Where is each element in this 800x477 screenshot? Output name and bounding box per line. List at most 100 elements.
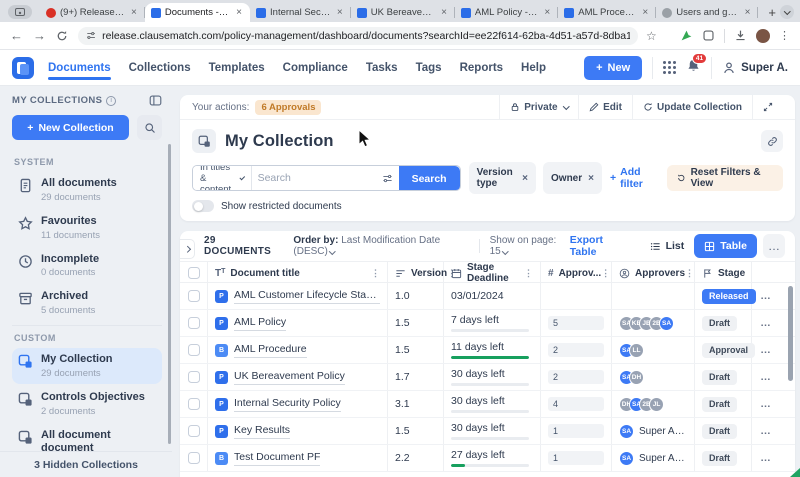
nav-item-help[interactable]: Help xyxy=(521,52,546,84)
close-icon[interactable]: × xyxy=(743,7,753,18)
private-dropdown[interactable]: Private xyxy=(499,95,578,119)
row-more-button[interactable]: … xyxy=(760,344,772,356)
forward-icon[interactable]: → xyxy=(33,29,46,42)
add-filter-button[interactable]: + Add filter xyxy=(610,166,659,190)
document-title-link[interactable]: Key Results xyxy=(234,423,290,440)
column-menu-icon[interactable]: ⋮ xyxy=(601,268,610,279)
nav-item-compliance[interactable]: Compliance xyxy=(283,52,348,84)
browser-tab-internal-security[interactable]: Internal Security× xyxy=(250,3,351,22)
row-checkbox[interactable] xyxy=(188,317,200,329)
browser-tab-aml-policy-poli[interactable]: AML Policy - Poli× xyxy=(455,3,558,22)
nav-item-reports[interactable]: Reports xyxy=(460,52,503,84)
nav-item-tags[interactable]: Tags xyxy=(416,52,442,84)
edit-button[interactable]: Edit xyxy=(578,95,632,119)
clausematch-logo[interactable] xyxy=(12,57,34,79)
search-input[interactable] xyxy=(252,166,382,190)
info-icon[interactable]: i xyxy=(106,96,116,106)
browser-tab-users-and-group[interactable]: Users and group× xyxy=(656,3,758,22)
document-title-link[interactable]: AML Procedure xyxy=(234,342,307,359)
search-scope-dropdown[interactable]: In titles & content xyxy=(193,166,252,190)
close-icon[interactable]: × xyxy=(522,173,528,184)
browser-tab-aml-procedure[interactable]: AML Procedure× xyxy=(558,3,656,22)
new-tab-button[interactable]: + xyxy=(764,5,780,20)
row-checkbox[interactable] xyxy=(188,344,200,356)
back-icon[interactable]: ← xyxy=(10,29,23,42)
sidebar-item-archived[interactable]: Archived5 documents xyxy=(12,285,162,321)
browser-tab-9-release-202[interactable]: (9+) Release 202× xyxy=(40,3,145,22)
sidebar-item-my-collection[interactable]: My Collection29 documents xyxy=(12,348,162,384)
row-more-button[interactable]: … xyxy=(760,371,772,383)
browser-tab-documents-sea[interactable]: Documents - Sea× xyxy=(145,3,250,22)
row-more-button[interactable]: … xyxy=(760,398,772,410)
table-view-button[interactable]: Table xyxy=(694,234,757,258)
show-restricted-toggle[interactable] xyxy=(192,200,214,212)
row-more-button[interactable]: … xyxy=(760,317,772,329)
close-icon[interactable]: × xyxy=(640,7,650,18)
close-icon[interactable]: × xyxy=(542,7,552,18)
table-scrollbar[interactable] xyxy=(788,286,793,381)
copy-link-button[interactable] xyxy=(761,130,783,152)
browser-profile-avatar[interactable] xyxy=(756,29,770,43)
column-header-approvers[interactable]: Approvers⋮ xyxy=(612,262,695,284)
row-checkbox[interactable] xyxy=(188,452,200,464)
extensions-icon[interactable] xyxy=(702,29,715,42)
column-header-approv[interactable]: #Approv...⋮ xyxy=(541,262,612,284)
tab-list-chevron[interactable] xyxy=(780,5,794,19)
hidden-collections-button[interactable]: 3 Hidden Collections xyxy=(0,451,172,477)
column-header-document-title[interactable]: TTDocument title⋮ xyxy=(208,262,388,284)
row-checkbox[interactable] xyxy=(188,290,200,302)
collapse-panel-icon[interactable] xyxy=(149,94,162,107)
sidebar-item-all-documents[interactable]: All documents29 documents xyxy=(12,172,162,208)
column-header-stage[interactable]: Stage xyxy=(695,262,752,284)
sidebar-search-button[interactable] xyxy=(137,115,162,140)
collapse-card-button[interactable] xyxy=(752,95,783,119)
column-menu-icon[interactable]: ⋮ xyxy=(524,268,533,279)
column-header-stage-deadline[interactable]: Stage Deadline⋮ xyxy=(444,262,541,284)
search-button[interactable]: Search xyxy=(399,166,460,191)
download-icon[interactable] xyxy=(734,29,747,42)
export-table-button[interactable]: Export Table xyxy=(570,234,628,258)
extension-green-icon[interactable] xyxy=(680,29,693,42)
reload-icon[interactable] xyxy=(56,30,68,42)
row-more-button[interactable]: … xyxy=(760,452,772,464)
close-icon[interactable]: × xyxy=(335,7,345,18)
new-collection-button[interactable]: + New Collection xyxy=(12,115,129,140)
show-on-page-dropdown[interactable]: Show on page: 15 xyxy=(490,235,570,257)
document-title-link[interactable]: AML Policy xyxy=(234,315,286,332)
sidebar-item-controls-objectives[interactable]: Controls Objectives2 documents xyxy=(12,386,162,422)
row-checkbox[interactable] xyxy=(188,371,200,383)
close-icon[interactable]: × xyxy=(129,7,139,18)
advanced-search-icon[interactable] xyxy=(382,166,400,190)
nav-item-tasks[interactable]: Tasks xyxy=(366,52,398,84)
filter-chip-owner[interactable]: Owner× xyxy=(543,162,602,194)
document-title-link[interactable]: Internal Security Policy xyxy=(234,396,341,413)
browser-tab-uk-bereavement[interactable]: UK Bereavement× xyxy=(351,3,455,22)
browser-menu-icon[interactable]: ⋮ xyxy=(779,29,790,42)
reset-filters-button[interactable]: Reset Filters & View xyxy=(667,165,783,191)
close-icon[interactable]: × xyxy=(439,7,449,18)
site-settings-icon[interactable] xyxy=(86,30,96,41)
sidebar-scrollbar[interactable] xyxy=(168,144,171,444)
document-title-link[interactable]: Test Document PF xyxy=(234,450,320,467)
row-more-button[interactable]: … xyxy=(760,425,772,437)
apps-grid-icon[interactable] xyxy=(663,61,676,74)
sidebar-item-favourites[interactable]: Favourites11 documents xyxy=(12,210,162,246)
tab-search-button[interactable] xyxy=(8,5,32,19)
filter-chip-version-type[interactable]: Version type× xyxy=(469,162,536,194)
bookmark-star-icon[interactable]: ☆ xyxy=(646,29,657,43)
list-view-button[interactable]: List xyxy=(640,234,695,258)
column-menu-icon[interactable]: ⋮ xyxy=(685,268,694,279)
document-title-link[interactable]: AML Customer Lifecycle Standard xyxy=(234,288,380,305)
approvals-badge[interactable]: 6 Approvals xyxy=(255,100,321,115)
nav-item-templates[interactable]: Templates xyxy=(209,52,265,84)
row-checkbox[interactable] xyxy=(188,425,200,437)
document-title-link[interactable]: UK Bereavement Policy xyxy=(234,369,345,386)
row-checkbox[interactable] xyxy=(188,398,200,410)
column-header-version[interactable]: Version⋮ xyxy=(388,262,444,284)
notifications-bell[interactable]: 41 xyxy=(686,58,701,78)
nav-item-documents[interactable]: Documents xyxy=(48,52,111,84)
close-icon[interactable]: × xyxy=(588,173,594,184)
row-more-button[interactable]: … xyxy=(760,290,772,302)
nav-item-collections[interactable]: Collections xyxy=(129,52,191,84)
select-all-checkbox[interactable] xyxy=(188,267,200,279)
